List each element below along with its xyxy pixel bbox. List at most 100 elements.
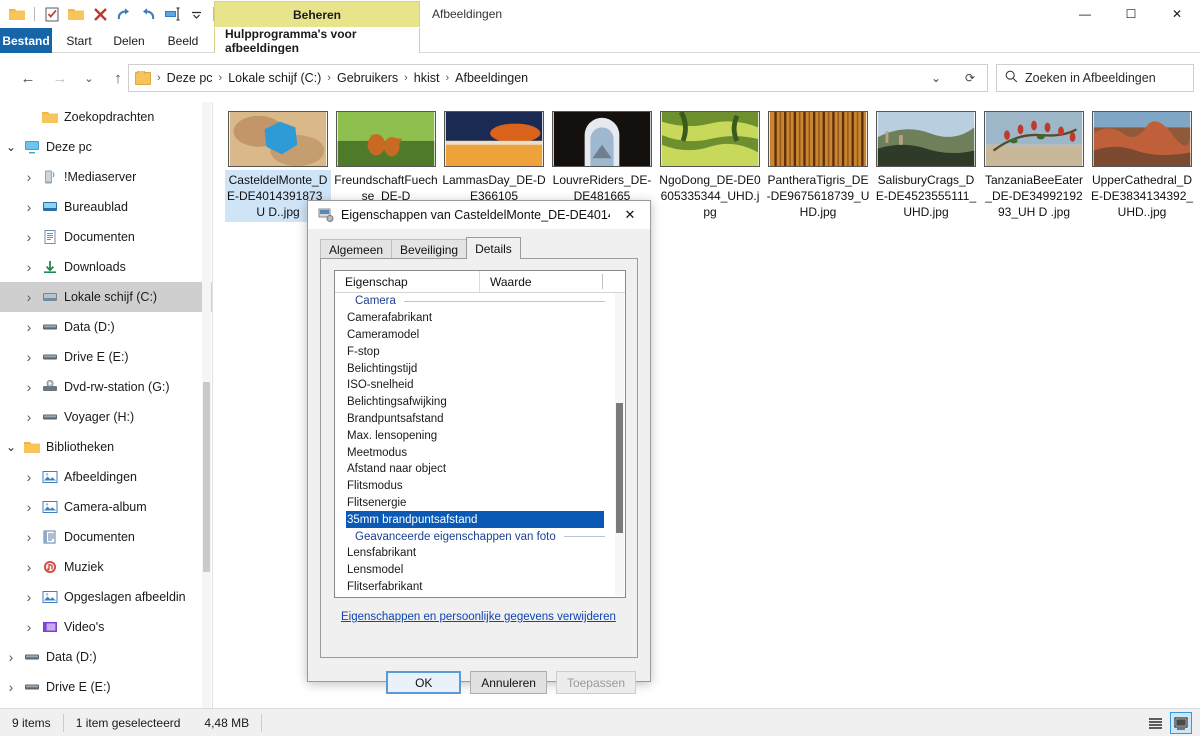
sidebar-item-data-d[interactable]: › Data (D:) xyxy=(0,642,212,672)
chevron-right-icon[interactable]: › xyxy=(18,529,40,545)
property-row[interactable]: Meetmodus xyxy=(335,444,615,461)
folder-icon[interactable] xyxy=(6,3,28,25)
remove-properties-link[interactable]: Eigenschappen en persoonlijke gegevens v… xyxy=(341,611,616,623)
chevron-right-icon[interactable]: › xyxy=(18,469,40,485)
dialog-tab-beveiliging[interactable]: Beveiliging xyxy=(391,239,468,259)
chevron-right-icon[interactable]: › xyxy=(18,379,40,395)
property-row[interactable]: Max. lensopening xyxy=(335,427,615,444)
chevron-right-icon[interactable]: › xyxy=(0,649,22,665)
file-tile[interactable]: FreundschaftFuechse_DE-D xyxy=(333,108,439,206)
dialog-close-button[interactable]: ✕ xyxy=(610,201,650,229)
chevron-down-icon[interactable]: ⌄ xyxy=(0,441,22,453)
address-history-dropdown[interactable]: ⌄ xyxy=(919,65,953,91)
search-box[interactable]: Zoeken in Afbeeldingen xyxy=(996,64,1194,92)
sidebar-item-dvd-rw-station-g[interactable]: › Dvd-rw-station (G:) xyxy=(0,372,212,402)
sidebar-item-opgeslagen-afbeeldin[interactable]: › Opgeslagen afbeeldin xyxy=(0,582,212,612)
property-list-scroll-thumb[interactable] xyxy=(616,403,623,533)
ok-button[interactable]: OK xyxy=(386,671,462,694)
property-row[interactable]: Brandpuntsafstand xyxy=(335,411,615,428)
chevron-right-icon[interactable]: › xyxy=(18,229,40,245)
breadcrumb-item-hkist[interactable]: hkist xyxy=(411,71,443,85)
chevron-right-icon[interactable]: › xyxy=(18,199,40,215)
tab-bestand[interactable]: Bestand xyxy=(0,28,52,53)
new-folder-icon[interactable] xyxy=(65,3,87,25)
property-row[interactable]: 35mm brandpuntsafstand xyxy=(346,511,604,529)
chevron-right-icon[interactable]: › xyxy=(18,319,40,335)
property-row[interactable]: Flitserfabrikant xyxy=(335,579,615,596)
sidebar-item-camera-album[interactable]: › Camera-album xyxy=(0,492,212,522)
sidebar-item-zoekopdrachten[interactable]: Zoekopdrachten xyxy=(0,102,212,132)
chevron-right-icon[interactable]: › xyxy=(18,589,40,605)
sidebar-item-afbeeldingen[interactable]: › Afbeeldingen xyxy=(0,462,212,492)
properties-checkbox-icon[interactable] xyxy=(41,3,63,25)
file-tile[interactable]: LammasDay_DE-DE366105 xyxy=(441,108,547,206)
property-row[interactable]: Lensfabrikant xyxy=(335,545,615,562)
file-tile[interactable]: PantheraTigris_DE-DE9675618739_UHD.jpg xyxy=(765,108,871,222)
property-list[interactable]: Eigenschap Waarde Camera Camerafabrikant C… xyxy=(334,270,626,598)
forward-button[interactable]: → xyxy=(46,64,74,92)
sidebar-item-lokale-schijf-c[interactable]: › Lokale schijf (C:) xyxy=(0,282,212,312)
sidebar-item-deze-pc[interactable]: ⌄ Deze pc xyxy=(0,132,212,162)
dialog-tab-details[interactable]: Details xyxy=(466,237,521,259)
file-tile[interactable]: UpperCathedral_DE-DE3834134392_UHD..jpg xyxy=(1089,108,1195,222)
tab-beeld[interactable]: Beeld xyxy=(160,28,206,53)
customize-dropdown-icon[interactable] xyxy=(185,3,207,25)
tab-hulpprogrammas-voor-afbeeldingen[interactable]: Hulpprogramma's voor afbeeldingen xyxy=(214,27,420,55)
property-row[interactable]: Camerafabrikant xyxy=(335,310,615,327)
close-button[interactable]: ✕ xyxy=(1154,0,1200,28)
breadcrumb-item-lokale-schijf[interactable]: Lokale schijf (C:) xyxy=(225,71,324,85)
property-row[interactable]: Lensmodel xyxy=(335,562,615,579)
chevron-right-icon[interactable]: › xyxy=(18,289,40,305)
sidebar-item-data-d[interactable]: › Data (D:) xyxy=(0,312,212,342)
property-list-scrollbar[interactable] xyxy=(615,293,624,596)
file-tile[interactable]: LouvreRiders_DE-DE481665 xyxy=(549,108,655,206)
property-row[interactable]: Cameramodel xyxy=(335,327,615,344)
chevron-right-icon[interactable]: › xyxy=(18,349,40,365)
chevron-right-icon[interactable]: › xyxy=(18,619,40,635)
sidebar-item-documenten[interactable]: › Documenten xyxy=(0,222,212,252)
cancel-button[interactable]: Annuleren xyxy=(470,671,547,694)
dialog-tab-algemeen[interactable]: Algemeen xyxy=(320,239,393,259)
column-gripper[interactable] xyxy=(602,274,603,289)
tab-start[interactable]: Start xyxy=(58,28,100,53)
redo-icon[interactable] xyxy=(113,3,135,25)
file-tile[interactable]: NgoDong_DE-DE0605335344_UHD.jpg xyxy=(657,108,763,222)
undo-icon[interactable] xyxy=(137,3,159,25)
chevron-right-icon[interactable]: › xyxy=(18,409,40,425)
tab-delen[interactable]: Delen xyxy=(106,28,152,53)
list-view-icon[interactable] xyxy=(1144,712,1166,734)
sidebar-item-bureaublad[interactable]: › Bureaublad xyxy=(0,192,212,222)
back-button[interactable]: ← xyxy=(14,64,42,92)
chevron-right-icon[interactable]: › xyxy=(18,259,40,275)
minimize-button[interactable]: — xyxy=(1062,0,1108,28)
sidebar-item-drive-e-e[interactable]: › Drive E (E:) xyxy=(0,342,212,372)
sidebar-scrollbar[interactable] xyxy=(202,102,211,708)
column-header-waarde[interactable]: Waarde xyxy=(480,271,625,292)
refresh-icon[interactable]: ⟳ xyxy=(953,65,987,91)
sidebar-item-documenten[interactable]: › Documenten xyxy=(0,522,212,552)
property-row[interactable]: ISO-snelheid xyxy=(335,377,615,394)
maximize-button[interactable]: ☐ xyxy=(1108,0,1154,28)
dialog-title-bar[interactable]: Eigenschappen van CasteldelMonte_DE-DE40… xyxy=(308,201,650,229)
tiles-view-icon[interactable] xyxy=(1170,712,1192,734)
property-row[interactable]: Flitsmodus xyxy=(335,478,615,495)
sidebar-item-bibliotheken[interactable]: ⌄ Bibliotheken xyxy=(0,432,212,462)
property-row[interactable]: Belichtingstijd xyxy=(335,360,615,377)
sidebar-item-downloads[interactable]: › Downloads xyxy=(0,252,212,282)
property-row[interactable]: Belichtingsafwijking xyxy=(335,394,615,411)
sidebar-item-voyager-h[interactable]: › Voyager (H:) xyxy=(0,402,212,432)
file-tile[interactable]: SalisburyCrags_DE-DE4523555111_UHD.jpg xyxy=(873,108,979,222)
chevron-right-icon[interactable]: › xyxy=(18,499,40,515)
breadcrumb-item-deze-pc[interactable]: Deze pc xyxy=(164,71,216,85)
sidebar-item-drive-e-e[interactable]: › Drive E (E:) xyxy=(0,672,212,702)
chevron-right-icon[interactable]: › xyxy=(0,679,22,695)
chevron-down-icon[interactable]: ⌄ xyxy=(0,141,22,153)
property-row[interactable]: Flitsenergie xyxy=(335,495,615,512)
sidebar-item-muziek[interactable]: › Muziek xyxy=(0,552,212,582)
address-bar[interactable]: › Deze pc › Lokale schijf (C:) › Gebruik… xyxy=(128,64,988,92)
file-tile[interactable]: TanzaniaBeeEater_DE-DE3499219293_UH D .j… xyxy=(981,108,1087,222)
delete-icon[interactable] xyxy=(89,3,111,25)
sidebar-scroll-thumb[interactable] xyxy=(203,382,210,572)
breadcrumb-item-gebruikers[interactable]: Gebruikers xyxy=(334,71,401,85)
sidebar-item-mediaserver[interactable]: › !Mediaserver xyxy=(0,162,212,192)
